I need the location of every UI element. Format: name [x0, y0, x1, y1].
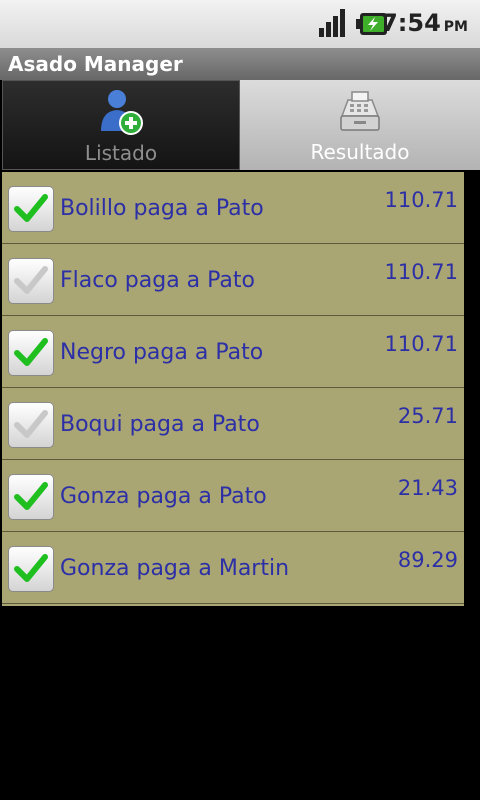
checkbox[interactable] — [8, 330, 54, 376]
tab-listado[interactable]: Listado — [2, 80, 240, 170]
list-item[interactable]: Gonza paga a Martin 89.29 — [2, 532, 464, 604]
payment-label: Flaco paga a Pato — [60, 268, 256, 293]
list-item[interactable]: Negro paga a Pato 110.71 — [2, 316, 464, 388]
checkmark-icon — [14, 338, 48, 366]
payment-label: Boqui paga a Pato — [60, 412, 260, 437]
list-item[interactable]: Gonza paga a Pato 21.43 — [2, 460, 464, 532]
add-user-icon — [101, 90, 143, 135]
checkbox[interactable] — [8, 258, 54, 304]
payment-amount: 110.71 — [384, 260, 458, 284]
payment-amount: 89.29 — [397, 548, 458, 572]
payment-amount: 25.71 — [397, 404, 458, 428]
status-bar: 7:54 PM — [0, 0, 480, 49]
payment-label: Gonza paga a Pato — [60, 484, 267, 509]
app-title: Asado Manager — [8, 52, 183, 76]
payment-label: Negro paga a Pato — [60, 340, 264, 365]
payment-amount: 110.71 — [384, 332, 458, 356]
tab-listado-label: Listado — [84, 141, 158, 165]
checkbox[interactable] — [8, 546, 54, 592]
tab-resultado[interactable]: Resultado — [240, 80, 480, 170]
payment-label: Gonza paga a Martin — [60, 556, 290, 581]
tab-bar: Listado Resultado — [0, 80, 480, 170]
clock-time: 7:54 — [381, 9, 441, 37]
list-item[interactable]: Flaco paga a Pato 110.71 — [2, 244, 464, 316]
checkbox[interactable] — [8, 186, 54, 232]
clock: 7:54 PM — [381, 6, 468, 44]
checkmark-icon — [14, 482, 48, 510]
cash-register-icon — [340, 91, 380, 131]
payment-list: Bolillo paga a Pato 110.71 Flaco paga a … — [2, 172, 464, 606]
signal-icon — [319, 9, 345, 37]
clock-ampm: PM — [443, 19, 468, 35]
tab-resultado-label: Resultado — [310, 140, 410, 164]
checkmark-icon — [14, 266, 48, 294]
checkmark-icon — [14, 194, 48, 222]
checkbox[interactable] — [8, 474, 54, 520]
list-item[interactable]: Boqui paga a Pato 25.71 — [2, 388, 464, 460]
checkmark-icon — [14, 410, 48, 438]
app-title-bar: Asado Manager — [0, 48, 480, 80]
list-item[interactable]: Bolillo paga a Pato 110.71 — [2, 172, 464, 244]
payment-label: Bolillo paga a Pato — [60, 196, 264, 221]
checkbox[interactable] — [8, 402, 54, 448]
payment-amount: 21.43 — [397, 476, 458, 500]
checkmark-icon — [14, 554, 48, 582]
payment-amount: 110.71 — [384, 188, 458, 212]
